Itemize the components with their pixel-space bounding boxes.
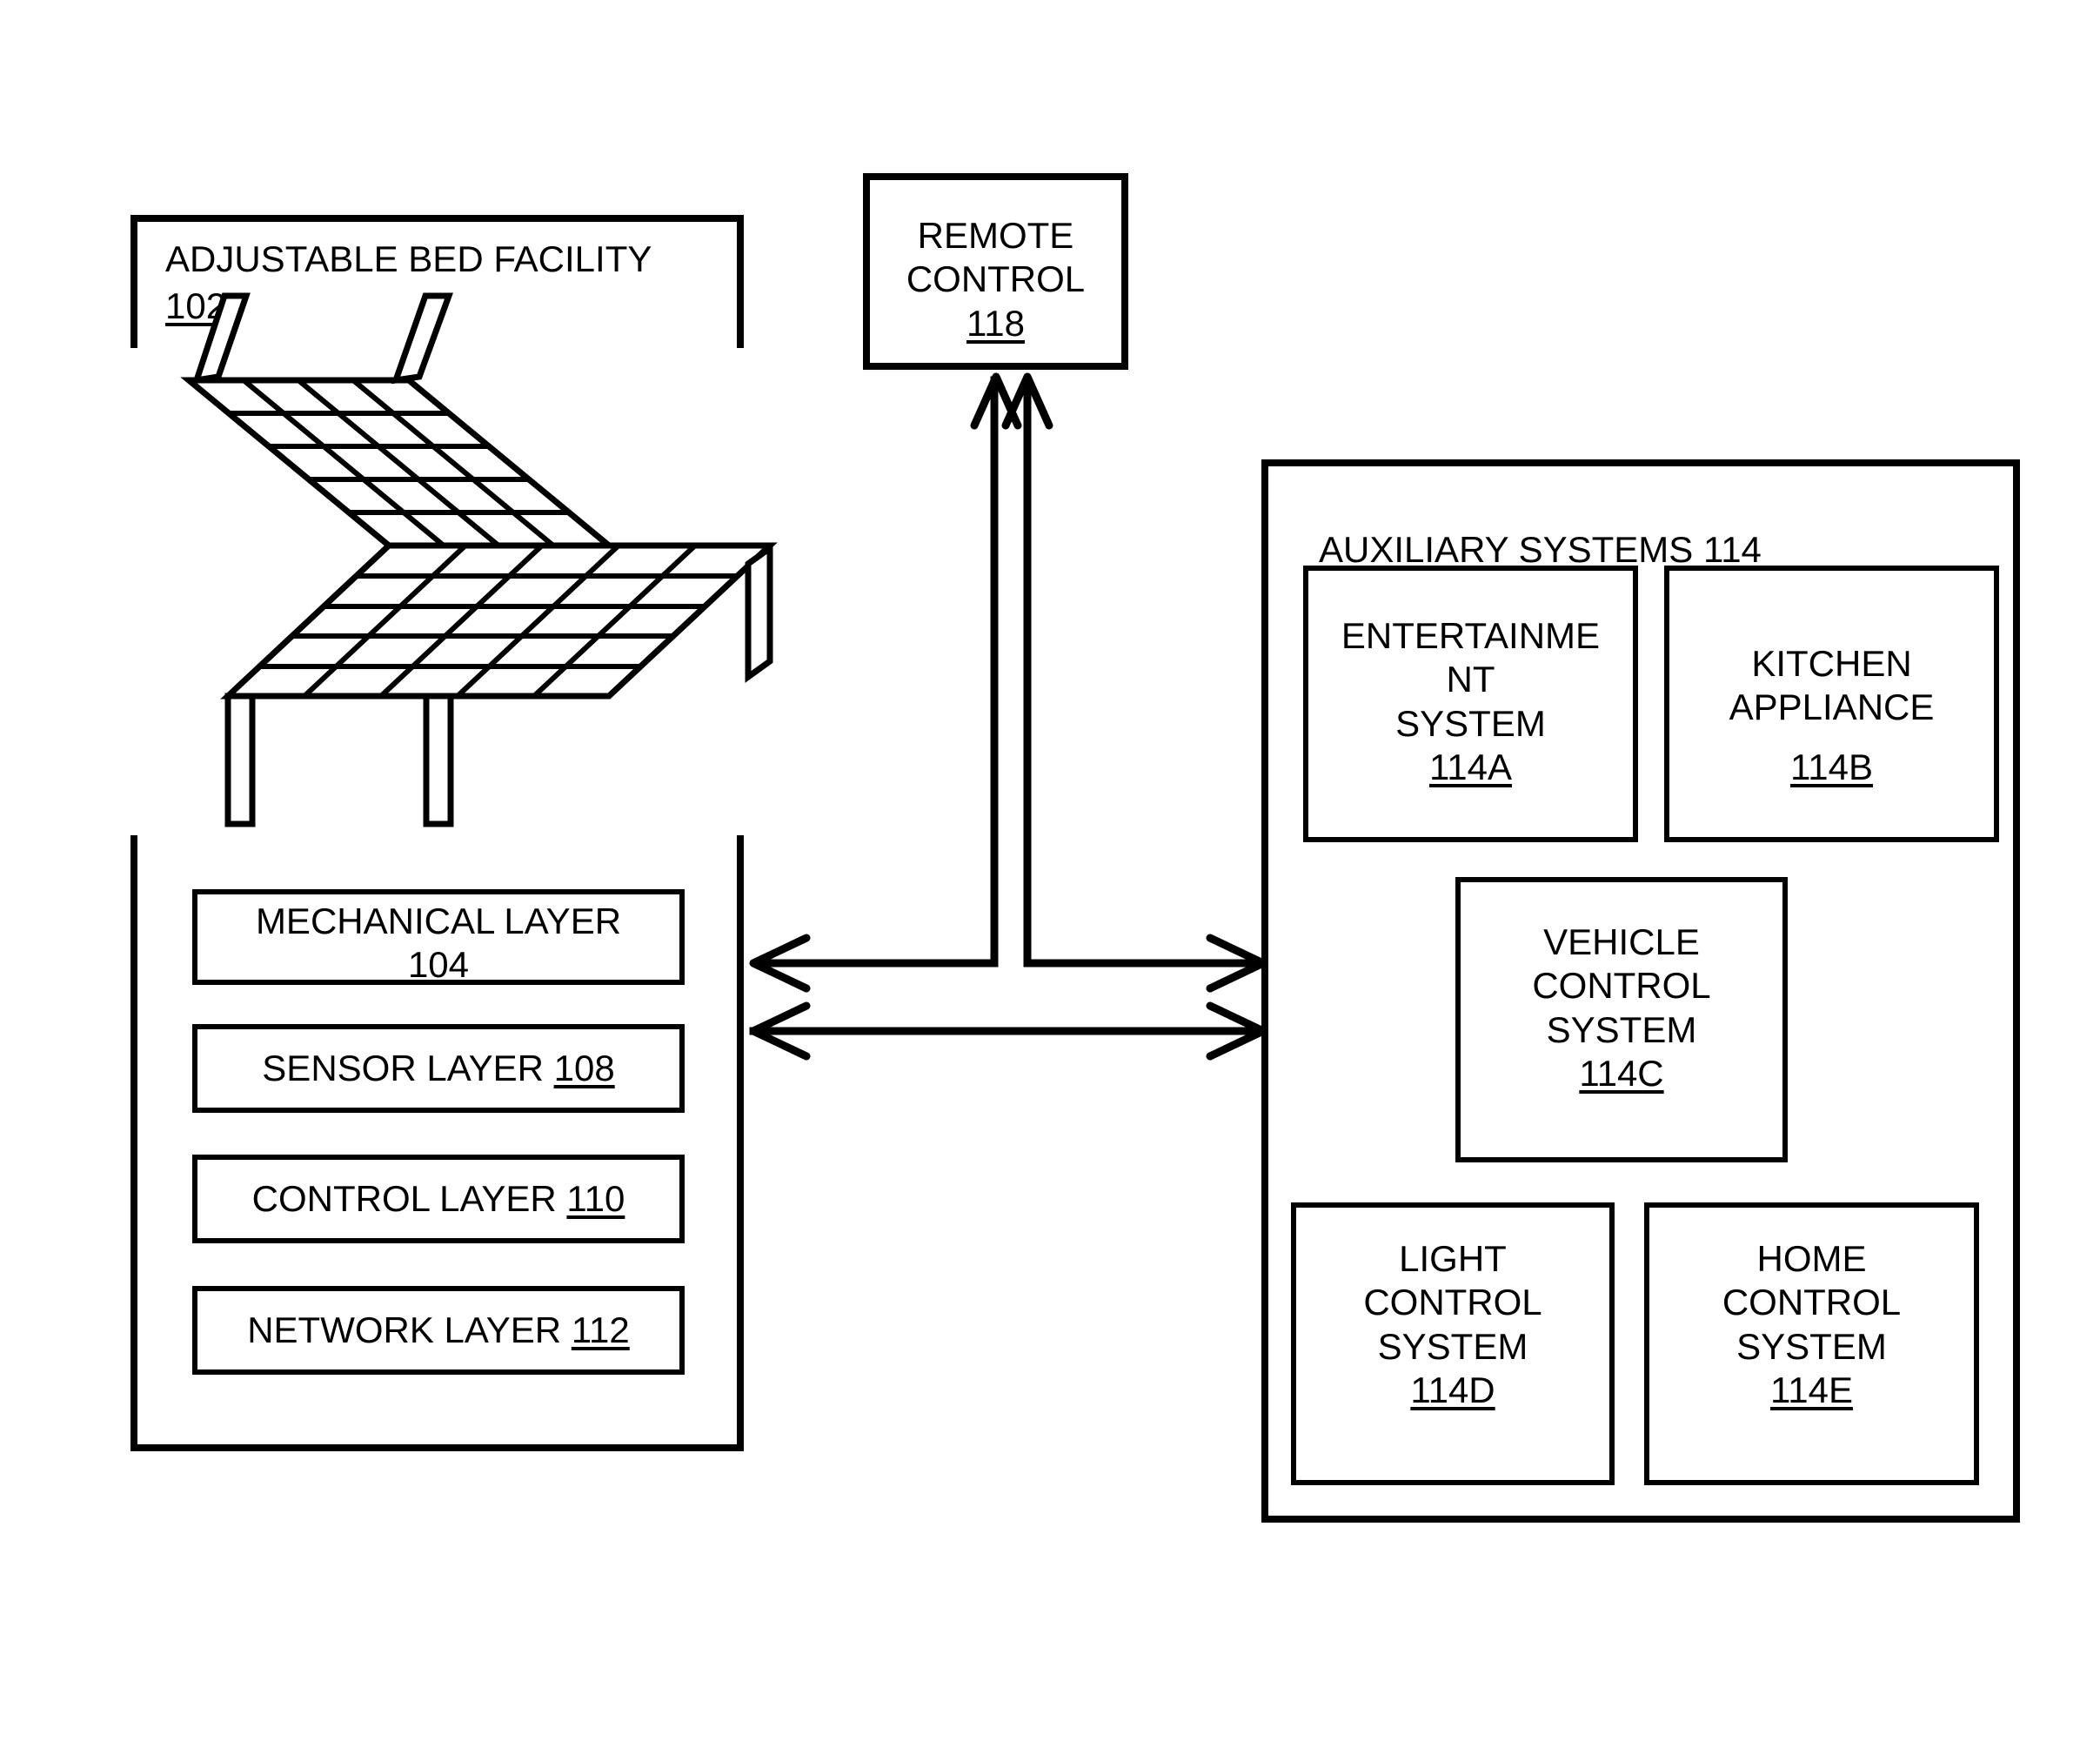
remote-control-line2: CONTROL (906, 258, 1086, 300)
bed-to-auxiliary-arrow (749, 1001, 1267, 1061)
sensor-layer-label: SENSOR LAYER 108 (192, 1047, 685, 1090)
vehicle-control-system-line1: VEHICLE (1543, 921, 1700, 962)
entertainment-system-ref: 114A (1429, 747, 1512, 788)
connection-arrows (749, 372, 1267, 1061)
sensor-layer-text: SENSOR LAYER (262, 1048, 544, 1088)
entertainment-system-line1: ENTERTAINME (1341, 615, 1601, 656)
remote-control-line1: REMOTE (917, 215, 1074, 256)
auxiliary-systems-title-text: AUXILIARY SYSTEMS (1319, 528, 1694, 570)
adjustable-bed-facility-ref: 102 (165, 285, 227, 326)
kitchen-appliance-line2: APPLIANCE (1729, 686, 1935, 728)
figure-canvas: ADJUSTABLE BED FACILITY 102 MECHANICAL L… (0, 0, 2100, 1741)
auxiliary-systems-title: AUXILIARY SYSTEMS 114 (1319, 485, 1762, 571)
light-control-system-line3: SYSTEM (1377, 1325, 1528, 1367)
adjustable-bed-facility-panel (130, 215, 744, 1451)
entertainment-system-line2: NT (1446, 659, 1495, 700)
sensor-layer-ref: 108 (553, 1048, 615, 1088)
kitchen-appliance-spacer (1664, 730, 1999, 746)
home-control-system-ref: 114E (1770, 1369, 1853, 1411)
vehicle-control-system-line3: SYSTEM (1546, 1008, 1697, 1050)
home-control-system-line3: SYSTEM (1736, 1325, 1887, 1367)
kitchen-appliance-line1: KITCHEN (1751, 643, 1912, 684)
remote-control-label: REMOTE CONTROL 118 (863, 214, 1128, 345)
control-layer-text: CONTROL LAYER (251, 1178, 557, 1219)
bed-leg-rear-right (745, 542, 773, 683)
light-control-system-line1: LIGHT (1399, 1238, 1507, 1279)
control-layer-label: CONTROL LAYER 110 (192, 1177, 685, 1221)
light-control-system-line2: CONTROL (1363, 1282, 1542, 1323)
home-control-system-line1: HOME (1756, 1238, 1867, 1279)
vehicle-control-system-label: VEHICLE CONTROL SYSTEM 114C (1455, 921, 1788, 1096)
vehicle-control-system-line2: CONTROL (1532, 965, 1711, 1007)
remote-control-ref: 118 (966, 302, 1025, 344)
entertainment-system-label: ENTERTAINME NT SYSTEM 114A (1303, 614, 1638, 790)
mechanical-layer-label: MECHANICAL LAYER 104 (192, 900, 685, 988)
network-layer-label: NETWORK LAYER 112 (192, 1309, 685, 1352)
auxiliary-systems-ref: 114 (1702, 528, 1762, 570)
network-layer-text: NETWORK LAYER (247, 1309, 562, 1350)
home-control-system-label: HOME CONTROL SYSTEM 114E (1644, 1237, 1979, 1413)
kitchen-appliance-ref: 114B (1790, 746, 1873, 787)
adjustable-bed-facility-title: ADJUSTABLE BED FACILITY (165, 238, 652, 279)
home-control-system-line2: CONTROL (1722, 1282, 1902, 1323)
remote-to-auxiliary-arrow (1001, 372, 1053, 968)
mechanical-layer-text: MECHANICAL LAYER (255, 901, 622, 941)
kitchen-appliance-label: KITCHEN APPLIANCE 114B (1664, 642, 1999, 789)
light-control-system-label: LIGHT CONTROL SYSTEM 114D (1291, 1237, 1615, 1413)
entertainment-system-line3: SYSTEM (1395, 702, 1546, 744)
remote-to-bed-arrow (749, 372, 1022, 993)
control-layer-ref: 110 (566, 1178, 625, 1219)
remote-to-auxiliary-arrow-tail (1023, 376, 1267, 993)
vehicle-control-system-ref: 114C (1579, 1053, 1664, 1095)
network-layer-ref: 112 (571, 1309, 630, 1350)
light-control-system-ref: 114D (1410, 1369, 1495, 1411)
mechanical-layer-ref: 104 (407, 944, 470, 986)
